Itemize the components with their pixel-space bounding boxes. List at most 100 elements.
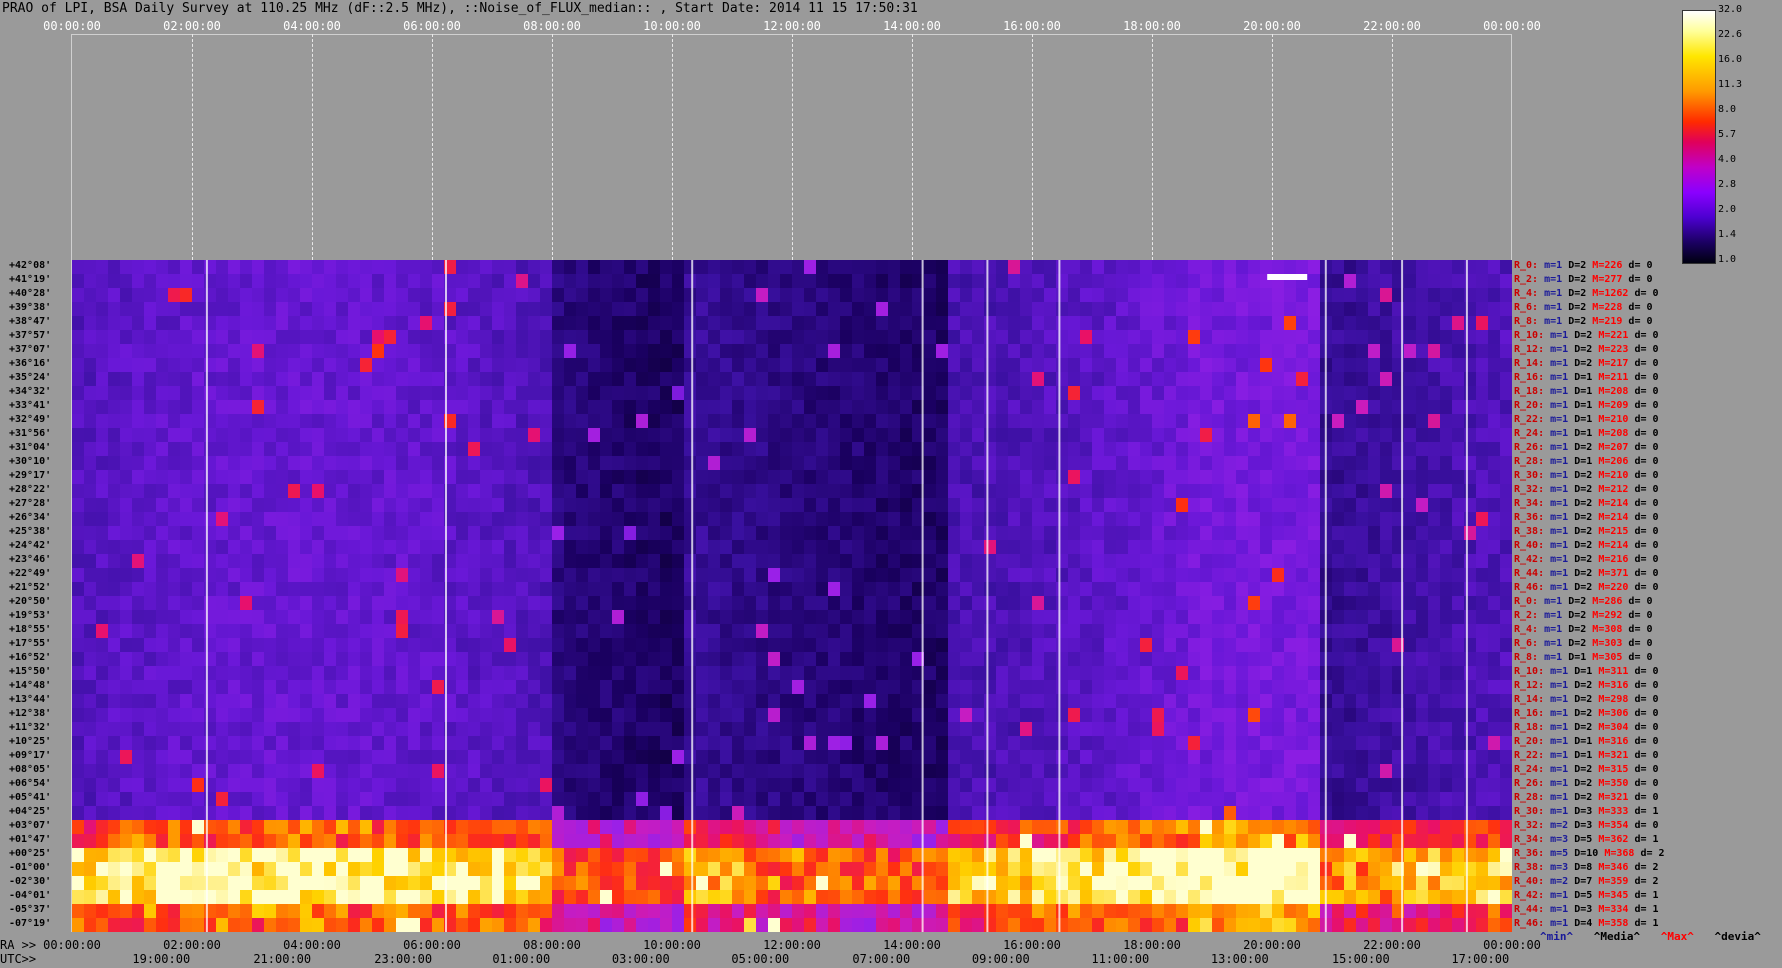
heatmap-cell xyxy=(624,806,637,821)
heatmap-cell xyxy=(816,428,829,443)
heatmap-cell xyxy=(1344,806,1357,821)
heatmap-cell xyxy=(648,470,661,485)
heatmap-cell xyxy=(852,806,865,821)
heatmap-cell xyxy=(828,456,841,471)
heatmap-cell xyxy=(1092,540,1105,555)
heatmap-cell xyxy=(540,624,553,639)
heatmap-cell xyxy=(132,512,145,527)
heatmap-cell xyxy=(384,554,397,569)
heatmap-cell xyxy=(372,470,385,485)
heatmap-cell xyxy=(276,260,289,275)
heatmap-cell xyxy=(1452,792,1465,807)
heatmap-cell xyxy=(324,260,337,275)
heatmap-cell xyxy=(1020,400,1033,415)
heatmap-cell xyxy=(1140,288,1153,303)
heatmap-cell xyxy=(1044,260,1057,275)
heatmap-cell xyxy=(1008,666,1021,681)
heatmap-cell xyxy=(1092,274,1105,289)
heatmap-cell xyxy=(372,792,385,807)
heatmap-cell xyxy=(648,792,661,807)
heatmap-cell xyxy=(456,288,469,303)
heatmap-cell xyxy=(852,820,865,835)
heatmap-cell xyxy=(168,414,181,429)
heatmap-cell xyxy=(864,540,877,555)
heatmap-cell xyxy=(492,624,505,639)
heatmap-cell xyxy=(528,568,541,583)
heatmap-cell xyxy=(1248,694,1261,709)
heatmap-cell xyxy=(1368,666,1381,681)
heatmap-cell xyxy=(156,526,169,541)
heatmap-cell xyxy=(1440,330,1453,345)
heatmap-cell xyxy=(1140,582,1153,597)
heatmap-cell xyxy=(1428,274,1441,289)
heatmap-cell xyxy=(360,624,373,639)
heatmap-cell xyxy=(396,414,409,429)
heatmap-cell xyxy=(1308,260,1321,275)
heatmap-cell xyxy=(1368,400,1381,415)
heatmap-cell xyxy=(552,274,565,289)
heatmap-cell xyxy=(420,624,433,639)
heatmap-cell xyxy=(144,400,157,415)
heatmap-cell xyxy=(1140,414,1153,429)
heatmap-cell xyxy=(732,540,745,555)
heatmap-cell xyxy=(948,624,961,639)
heatmap-cell xyxy=(312,498,325,513)
heatmap-cell xyxy=(600,764,613,779)
heatmap-cell xyxy=(168,526,181,541)
heatmap-cell xyxy=(1476,610,1489,625)
heatmap-cell xyxy=(1128,736,1141,751)
heatmap-cell xyxy=(492,568,505,583)
heatmap-cell xyxy=(768,610,781,625)
heatmap-cell xyxy=(1380,302,1393,317)
heatmap-cell xyxy=(564,610,577,625)
heatmap-cell xyxy=(396,736,409,751)
heatmap-cell xyxy=(1068,540,1081,555)
heatmap-cell xyxy=(888,638,901,653)
heatmap-cell xyxy=(1284,358,1297,373)
heatmap-cell xyxy=(1128,386,1141,401)
heatmap-cell xyxy=(1176,778,1189,793)
heatmap-cell xyxy=(1188,596,1201,611)
heatmap-cell xyxy=(672,792,685,807)
heatmap-cell xyxy=(288,316,301,331)
heatmap-cell xyxy=(1404,456,1417,471)
heatmap-cell xyxy=(948,792,961,807)
heatmap-cell xyxy=(960,778,973,793)
heatmap-cell xyxy=(252,554,265,569)
heatmap-cell xyxy=(588,456,601,471)
heatmap-cell xyxy=(120,694,133,709)
heatmap-cell xyxy=(228,414,241,429)
heatmap-cell xyxy=(1284,316,1297,331)
heatmap-cell xyxy=(972,596,985,611)
heatmap-cell xyxy=(432,778,445,793)
heatmap-cell xyxy=(672,316,685,331)
heatmap-cell xyxy=(744,372,757,387)
heatmap-cell xyxy=(132,302,145,317)
heatmap-cell xyxy=(1224,820,1237,835)
heatmap-cell xyxy=(1152,526,1165,541)
heatmap-cell xyxy=(732,554,745,569)
heatmap-cell xyxy=(840,260,853,275)
heatmap-cell xyxy=(1092,666,1105,681)
heatmap-cell xyxy=(900,778,913,793)
heatmap-cell xyxy=(1368,498,1381,513)
heatmap-cell xyxy=(240,274,253,289)
heatmap-cell xyxy=(984,400,997,415)
heatmap-cell xyxy=(348,442,361,457)
heatmap-cell xyxy=(792,512,805,527)
heatmap-cell xyxy=(1476,260,1489,275)
heatmap-cell xyxy=(1212,680,1225,695)
heatmap-cell xyxy=(324,624,337,639)
heatmap-cell xyxy=(708,400,721,415)
heatmap-cell xyxy=(684,624,697,639)
heatmap-cell xyxy=(492,316,505,331)
heatmap-cell xyxy=(1440,792,1453,807)
heatmap-cell xyxy=(468,344,481,359)
heatmap-cell xyxy=(492,694,505,709)
heatmap-cell xyxy=(924,512,937,527)
heatmap-cell xyxy=(552,652,565,667)
heatmap-cell xyxy=(720,442,733,457)
heatmap-cell xyxy=(1080,778,1093,793)
heatmap-cell xyxy=(336,470,349,485)
heatmap-cell xyxy=(324,582,337,597)
